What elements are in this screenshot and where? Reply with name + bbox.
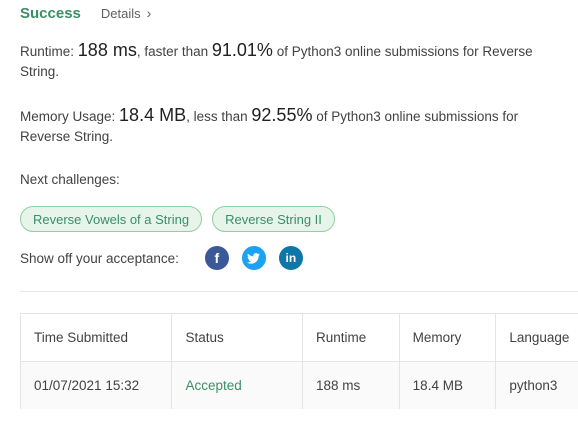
share-row: Show off your acceptance: f in [20,246,303,270]
cell-time-submitted: 01/07/2021 15:32 [21,362,173,409]
runtime-label: Runtime: [20,44,75,59]
twitter-icon[interactable] [241,246,266,270]
challenge-chip-reverse-vowels[interactable]: Reverse Vowels of a String [20,206,203,232]
twitter-bird-icon [247,252,261,264]
runtime-stat: Runtime: 188 ms, faster than 91.01% of P… [20,40,560,82]
challenge-chip-reverse-string-ii[interactable]: Reverse String II [212,206,335,232]
column-header-language: Language [509,330,570,345]
facebook-icon[interactable]: f [204,246,229,270]
submission-result-page: Success Details › Runtime: 188 ms, faste… [0,0,578,422]
submissions-table: Time Submitted Status Runtime Memory Lan… [20,313,578,409]
cell-status-link[interactable]: Accepted [172,362,303,409]
memory-value: 18.4 MB [119,105,187,125]
share-label: Show off your acceptance: [20,250,179,266]
column-header-time-submitted: Time Submitted [21,314,173,361]
runtime-comparison: , faster than [136,44,209,59]
result-header: Success Details › [20,3,151,23]
share-icons: f in [204,246,303,270]
status-title: Success [20,4,81,22]
cell-memory: 18.4 MB [400,362,497,409]
details-link[interactable]: Details › [101,5,151,21]
runtime-value: 188 ms [77,40,137,60]
cell-runtime: 188 ms [303,362,400,409]
memory-stat: Memory Usage: 18.4 MB, less than 92.55% … [20,105,560,147]
column-header-runtime: Runtime [303,314,400,361]
column-header-memory: Memory [400,314,497,361]
next-challenges-label: Next challenges: [20,172,120,187]
details-label: Details [100,5,141,21]
table-row: 01/07/2021 15:32 Accepted 188 ms 18.4 MB… [21,362,578,409]
linkedin-icon[interactable]: in [278,246,303,270]
memory-comparison: , less than [186,109,248,124]
cell-language: python3 [509,378,558,393]
memory-label: Memory Usage: [20,109,116,124]
runtime-percent: 91.01% [211,40,273,60]
divider [20,291,578,292]
chevron-right-icon: › [146,5,152,21]
memory-percent: 92.55% [251,105,313,125]
column-header-status: Status [172,314,303,361]
next-challenges-list: Reverse Vowels of a String Reverse Strin… [20,206,335,232]
table-header-row: Time Submitted Status Runtime Memory Lan… [21,314,578,362]
